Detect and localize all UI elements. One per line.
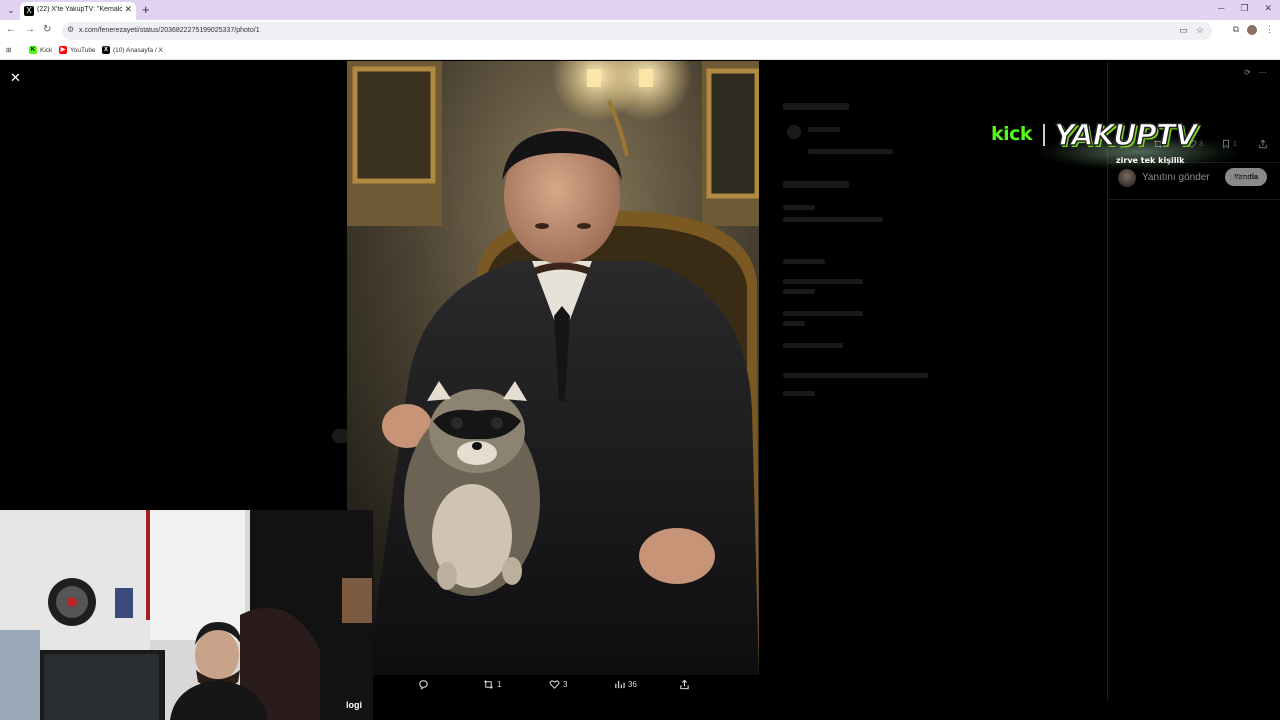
close-window-icon[interactable]: ✕ (1264, 3, 1272, 14)
bookmark-star-icon[interactable]: ☆ (1196, 25, 1204, 36)
repost-action[interactable]: 1 (483, 679, 501, 690)
panel-top-icons: ⟳ ⋯ (1244, 68, 1267, 77)
streamer-webcam (0, 510, 373, 720)
bookmark-label: (10) Anasayfa / X (113, 46, 163, 54)
bookmark-youtube[interactable]: ▶ YouTube (59, 46, 96, 54)
side-share-icon[interactable] (1258, 139, 1268, 149)
x-favicon-icon: X (102, 46, 110, 54)
tab-title: (22) X'te YakupTV: "Kemalcan y... (37, 6, 122, 13)
forward-icon[interactable]: → (25, 24, 35, 35)
views-count: 36 (628, 680, 637, 689)
x-favicon-icon: X (24, 6, 34, 16)
views-chart-icon (615, 680, 625, 689)
partial-stat-label: İzleme (1230, 175, 1251, 182)
browser-toolbar: ← → ↻ ⚙ x.com/fenerezayeti/status/203682… (0, 20, 1280, 42)
photo-image (347, 61, 759, 675)
menu-icon[interactable]: ⋮ (1265, 24, 1274, 35)
kick-favicon-icon: K (29, 46, 37, 54)
tab-search-icon[interactable]: ⌄ (4, 3, 18, 17)
reply-icon (419, 680, 428, 690)
restore-icon[interactable]: ❐ (1240, 3, 1248, 14)
logo-tagline: zirve tek kişilik (1116, 156, 1185, 165)
cast-icon[interactable]: ▭ (1179, 25, 1188, 36)
minimize-icon[interactable]: ─ (1218, 3, 1224, 14)
bookmark-label: YouTube (70, 46, 96, 54)
new-tab-button[interactable]: + (142, 2, 150, 17)
bookmark-x-home[interactable]: X (10) Anasayfa / X (102, 46, 163, 54)
photo-viewer: ✕ 1 3 36 1 Yanıtını gönder Yanıtla logi … (0, 61, 1280, 720)
bookmark-label: Kick (40, 46, 53, 54)
like-count: 3 (563, 680, 568, 689)
bookmark-kick[interactable]: K Kick (29, 46, 52, 54)
apps-grid-icon[interactable]: ⊞ (6, 46, 11, 54)
browser-tab-strip: ⌄ X (22) X'te YakupTV: "Kemalcan y... ✕ … (0, 0, 1280, 20)
stream-logo-overlay: kick YAKUPTV zirve tek kişilik İzleme (988, 86, 1251, 208)
url-text[interactable]: x.com/fenerezayeti/status/20368222751990… (79, 27, 260, 34)
toolbar-extensions: ⧉ ⋮ (1233, 24, 1274, 35)
active-tab[interactable]: X (22) X'te YakupTV: "Kemalcan y... ✕ (20, 2, 136, 20)
share-icon (680, 679, 689, 690)
heart-icon (549, 680, 560, 689)
profile-avatar[interactable] (1247, 24, 1257, 35)
bookmarks-bar: ⊞ K Kick ▶ YouTube X (10) Anasayfa / X (0, 42, 1280, 60)
like-action[interactable]: 3 (549, 679, 567, 690)
repost-count: 1 (497, 680, 502, 689)
webcam-image (0, 510, 373, 720)
back-icon[interactable]: ← (6, 24, 16, 35)
reply-action[interactable] (418, 679, 432, 690)
window-controls: ─ ❐ ✕ (1218, 3, 1272, 14)
share-action[interactable] (679, 679, 690, 690)
close-viewer-icon[interactable]: ✕ (10, 70, 21, 86)
views-action[interactable]: 36 (614, 679, 637, 690)
refresh-icon[interactable]: ⟳ (1244, 68, 1251, 77)
reload-icon[interactable]: ↻ (43, 24, 51, 35)
youtube-favicon-icon: ▶ (59, 46, 67, 54)
address-bar[interactable]: ⚙ x.com/fenerezayeti/status/203682227519… (62, 22, 1212, 40)
webcam-brand-label: logi (346, 700, 362, 710)
kick-logo: kick (991, 123, 1033, 145)
tab-close-icon[interactable]: ✕ (124, 4, 132, 15)
more-options-icon[interactable]: ⋯ (1259, 68, 1267, 77)
yakuptv-logo: YAKUPTV (1053, 117, 1198, 153)
site-info-icon[interactable]: ⚙ (67, 25, 74, 34)
repost-icon (484, 680, 493, 689)
extension-icon[interactable]: ⧉ (1233, 24, 1239, 35)
tweet-photo[interactable] (347, 61, 759, 675)
